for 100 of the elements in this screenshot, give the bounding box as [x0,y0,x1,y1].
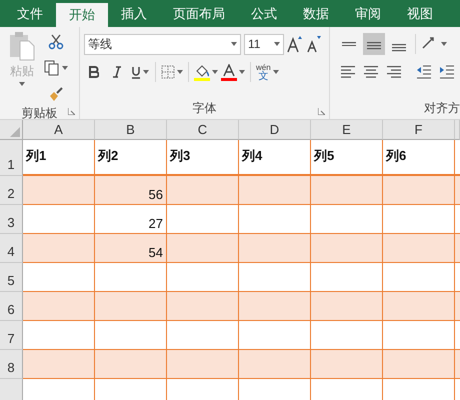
font-size-field[interactable]: 11 [244,34,284,54]
table-cell [239,292,311,321]
table-cell [167,205,239,234]
column-header[interactable]: E [311,120,383,140]
caret-icon [212,70,218,74]
ribbon-tab[interactable]: 视图 [394,0,446,27]
table-cell [95,321,167,350]
ribbon-tab[interactable]: 开始 [56,3,108,27]
row-header[interactable]: 6 [0,292,23,321]
table-cell [311,176,383,205]
font-name-field[interactable]: 等线 [84,34,241,54]
table-cell [383,292,455,321]
group-label: 剪贴板 [22,105,58,122]
outdent-icon [416,65,432,79]
caret-icon [239,70,245,74]
group-label: 字体 [192,100,216,116]
brush-icon [48,86,64,102]
phonetic-text: wén [256,63,271,72]
table-cell: 54 [95,234,167,263]
table-cell [95,263,167,292]
align-bottom-icon [392,44,406,52]
table-cell [167,292,239,321]
table-cell: 27 [95,205,167,234]
row-header[interactable]: 5 [0,263,23,292]
table-cell: 56 [95,176,167,205]
dialog-launcher-icon[interactable] [68,108,75,115]
align-right-icon [386,65,402,79]
caret-icon [177,70,183,74]
ribbon-tab[interactable]: 公式 [238,0,290,27]
table-cell [383,205,455,234]
align-left-icon [340,65,356,79]
column-header[interactable]: C [167,120,239,140]
copy-icon [44,60,60,76]
italic-icon [112,66,122,78]
header-cell: 列5 [311,140,383,176]
row-header[interactable]: 3 [0,205,23,234]
phonetic-character: 文 [258,72,268,81]
header-cell: 列1 [23,140,95,176]
ribbon-tab[interactable]: 文件 [4,0,56,27]
table-cell [239,205,311,234]
row-header[interactable]: 2 [0,176,23,205]
caret-icon [231,42,237,46]
caret-icon [441,42,447,46]
table-cell [311,263,383,292]
caret-icon [272,70,279,74]
column-header[interactable]: A [23,120,95,140]
table-cell [239,321,311,350]
shrink-font-icon[interactable] [306,35,322,53]
table-cell [167,176,239,205]
row-header[interactable]: 8 [0,350,23,379]
caret-icon [19,82,25,86]
caret-icon [143,70,149,74]
dialog-launcher-icon[interactable] [318,108,325,115]
header-cell: 列4 [239,140,311,176]
border-grid-icon [161,65,175,79]
vertical-align-button[interactable] [363,33,385,55]
clipboard-icon [8,31,36,61]
caret-icon [274,42,280,46]
header-cell: 列6 [383,140,455,176]
table-cell [383,234,455,263]
paint-bucket-icon [194,64,210,80]
table-cell [383,176,455,205]
table-cell [311,321,383,350]
scissors-icon [48,34,64,50]
table-cell [383,263,455,292]
underline-icon [131,66,141,78]
row-header[interactable]: 1 [0,140,23,176]
font-color-icon [221,64,237,80]
row-header[interactable]: 4 [0,234,23,263]
table-cell [167,234,239,263]
column-header[interactable]: F [383,120,455,140]
font-color-button[interactable] [221,61,245,83]
row-header[interactable]: 7 [0,321,23,350]
grow-font-icon[interactable] [287,35,303,53]
caret-icon [62,66,68,70]
table-cell [383,350,455,379]
indent-icon [439,65,455,79]
table-cell [95,350,167,379]
phonetic-button[interactable]: wén 文 [256,61,279,83]
ribbon-tab[interactable]: 插入 [108,0,160,27]
header-cell: 列3 [167,140,239,176]
ribbon-tab[interactable]: 审阅 [342,0,394,27]
table-cell [95,292,167,321]
header-cell: 列2 [95,140,167,176]
ribbon-tab[interactable]: 页面布局 [160,0,238,27]
table-cell [239,176,311,205]
column-header[interactable]: B [95,120,167,140]
table-cell [239,350,311,379]
table-cell [167,321,239,350]
ribbon-tab[interactable]: 数据 [290,0,342,27]
table-cell [383,321,455,350]
column-header[interactable]: D [239,120,311,140]
align-center-icon [363,65,379,79]
table-cell [311,350,383,379]
table-cell [167,350,239,379]
table-cell [239,234,311,263]
table-cell [239,263,311,292]
align-top-icon [342,42,356,46]
table-cell [167,263,239,292]
align-middle-icon [367,42,381,50]
